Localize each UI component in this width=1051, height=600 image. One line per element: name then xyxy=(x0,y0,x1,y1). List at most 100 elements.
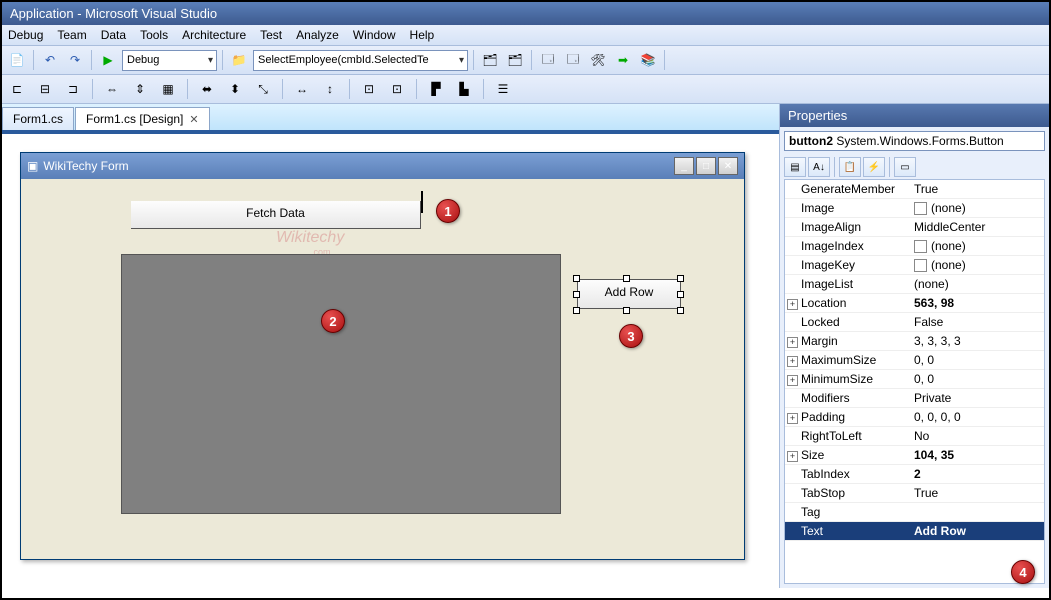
property-value: 0, 0, 0, 0 xyxy=(914,410,961,424)
property-name: ImageAlign xyxy=(801,220,861,234)
menu-team[interactable]: Team xyxy=(57,28,86,42)
property-row[interactable]: TextAdd Row xyxy=(785,522,1044,541)
expand-icon[interactable]: + xyxy=(787,337,798,348)
config-dropdown[interactable]: Debug xyxy=(122,50,217,71)
alphabetical-icon[interactable]: A↓ xyxy=(808,157,830,177)
tab-label: Form1.cs xyxy=(13,112,63,126)
center-v-icon[interactable]: ⊡ xyxy=(386,78,408,100)
form-icon: ▣ xyxy=(27,159,38,173)
property-name: RightToLeft xyxy=(801,429,862,443)
properties-icon[interactable]: 📋 xyxy=(839,157,861,177)
group-icon[interactable]: ▦ xyxy=(157,78,179,100)
menu-architecture[interactable]: Architecture xyxy=(182,28,246,42)
size-h-icon[interactable]: ⬌ xyxy=(196,78,218,100)
property-row[interactable]: RightToLeftNo xyxy=(785,427,1044,446)
property-row[interactable]: ImageKey(none) xyxy=(785,256,1044,275)
property-row[interactable]: GenerateMemberTrue xyxy=(785,180,1044,199)
space-h-icon[interactable]: ↔ xyxy=(291,78,313,100)
export-icon[interactable]: ➡ xyxy=(612,49,634,71)
dist-v-icon[interactable]: ⇕ xyxy=(129,78,151,100)
folder-icon[interactable]: 📁 xyxy=(228,49,250,71)
datagrid-control[interactable] xyxy=(121,254,561,514)
bring-front-icon[interactable]: ▛ xyxy=(425,78,447,100)
property-row[interactable]: +Location563, 98 xyxy=(785,294,1044,313)
maximize-button[interactable]: □ xyxy=(696,157,716,175)
redo-icon[interactable]: ↷ xyxy=(64,49,86,71)
property-row[interactable]: Tag xyxy=(785,503,1044,522)
window2-icon[interactable]: 🗔 xyxy=(562,49,584,71)
menu-test[interactable]: Test xyxy=(260,28,282,42)
property-row[interactable]: +Padding0, 0, 0, 0 xyxy=(785,408,1044,427)
property-row[interactable]: +Size104, 35 xyxy=(785,446,1044,465)
document-area: Form1.cs Form1.cs [Design]✕ ▣ WikiTechy F… xyxy=(2,104,779,588)
dist-h-icon[interactable]: ⇔ xyxy=(101,78,123,100)
property-row[interactable]: ImageAlign MiddleCenter xyxy=(785,218,1044,237)
tab-order-icon[interactable]: ☰ xyxy=(492,78,514,100)
window-icon[interactable]: 🗔 xyxy=(537,49,559,71)
menu-tools[interactable]: Tools xyxy=(140,28,168,42)
menu-debug[interactable]: Debug xyxy=(8,28,43,42)
property-row[interactable]: +MinimumSize0, 0 xyxy=(785,370,1044,389)
align-right-icon[interactable]: ⊐ xyxy=(62,78,84,100)
form-title: WikiTechy Form xyxy=(43,159,128,173)
property-name: ImageList xyxy=(801,277,853,291)
property-row[interactable]: Image(none) xyxy=(785,199,1044,218)
property-value: MiddleCenter xyxy=(914,220,985,234)
tab-close-icon[interactable]: ✕ xyxy=(189,113,198,126)
property-name: Locked xyxy=(801,315,840,329)
menu-window[interactable]: Window xyxy=(353,28,396,42)
menu-help[interactable]: Help xyxy=(410,28,435,42)
property-name: Margin xyxy=(801,334,838,348)
toolbox-icon[interactable]: 🗂 xyxy=(479,49,501,71)
window-titlebar: Application - Microsoft Visual Studio xyxy=(2,2,1049,25)
add-item-icon[interactable]: 📄 xyxy=(6,49,28,71)
form-designer[interactable]: ▣ WikiTechy Form _ □ ✕ Wikitechy .com Fe… xyxy=(2,130,779,588)
categorized-icon[interactable]: ▤ xyxy=(784,157,806,177)
tools-icon[interactable]: 🛠 xyxy=(587,49,609,71)
property-name: Text xyxy=(801,524,823,538)
align-center-icon[interactable]: ⊟ xyxy=(34,78,56,100)
send-back-icon[interactable]: ▙ xyxy=(453,78,475,100)
center-h-icon[interactable]: ⊡ xyxy=(358,78,380,100)
standard-toolbar: 📄 ↶ ↷ ▶ Debug 📁 SelectEmployee(cmbId.Sel… xyxy=(2,46,1049,75)
align-left-icon[interactable]: ⊏ xyxy=(6,78,28,100)
property-row[interactable]: ModifiersPrivate xyxy=(785,389,1044,408)
close-button[interactable]: ✕ xyxy=(718,157,738,175)
property-pages-icon[interactable]: ▭ xyxy=(894,157,916,177)
property-row[interactable]: ImageList (none) xyxy=(785,275,1044,294)
properties-object-selector[interactable]: button2 System.Windows.Forms.Button xyxy=(784,131,1045,151)
document-tab[interactable]: Form1.cs [Design]✕ xyxy=(75,107,210,130)
property-name: TabStop xyxy=(801,486,845,500)
add-row-button[interactable]: Add Row xyxy=(577,279,681,309)
property-row[interactable]: +MaximumSize0, 0 xyxy=(785,351,1044,370)
stack-icon[interactable]: 📚 xyxy=(637,49,659,71)
expand-icon[interactable]: + xyxy=(787,356,798,367)
expand-icon[interactable]: + xyxy=(787,375,798,386)
property-row[interactable]: TabStopTrue xyxy=(785,484,1044,503)
document-tab[interactable]: Form1.cs xyxy=(2,107,74,130)
property-grid[interactable]: GenerateMemberTrueImage(none) ImageAlign M… xyxy=(784,179,1045,584)
undo-icon[interactable]: ↶ xyxy=(39,49,61,71)
property-row[interactable]: ImageIndex(none) xyxy=(785,237,1044,256)
fetch-data-button[interactable]: Fetch Data xyxy=(131,201,421,229)
callout-2: 2 xyxy=(321,309,345,333)
expand-icon[interactable]: + xyxy=(787,451,798,462)
menu-data[interactable]: Data xyxy=(101,28,126,42)
size-v-icon[interactable]: ⬍ xyxy=(224,78,246,100)
property-value: (none) xyxy=(914,277,949,291)
property-row[interactable]: TabIndex2 xyxy=(785,465,1044,484)
property-row[interactable]: LockedFalse xyxy=(785,313,1044,332)
size-both-icon[interactable]: ⤡ xyxy=(252,78,274,100)
events-icon[interactable]: ⚡ xyxy=(863,157,885,177)
menu-analyze[interactable]: Analyze xyxy=(296,28,339,42)
expand-icon[interactable]: + xyxy=(787,413,798,424)
space-v-icon[interactable]: ↕ xyxy=(319,78,341,100)
find-dropdown[interactable]: SelectEmployee(cmbId.SelectedTe xyxy=(253,50,468,71)
property-row[interactable]: +Margin3, 3, 3, 3 xyxy=(785,332,1044,351)
expand-icon[interactable]: + xyxy=(787,299,798,310)
design-form-window[interactable]: ▣ WikiTechy Form _ □ ✕ Wikitechy .com Fe… xyxy=(20,152,745,560)
play-icon[interactable]: ▶ xyxy=(97,49,119,71)
layers-icon[interactable]: 🗂 xyxy=(504,49,526,71)
property-value: (none) xyxy=(931,201,966,215)
minimize-button[interactable]: _ xyxy=(674,157,694,175)
